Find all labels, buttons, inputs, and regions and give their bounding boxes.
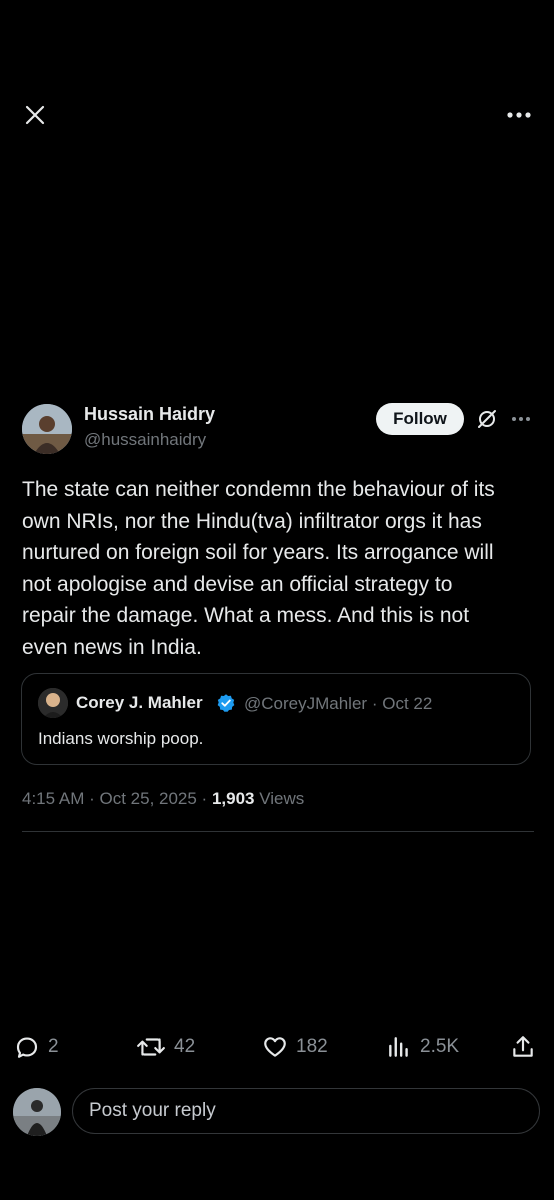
more-horizontal-icon — [512, 417, 530, 421]
meta-separator: · — [371, 694, 378, 713]
more-horizontal-icon — [507, 112, 531, 118]
repost-icon — [137, 1038, 165, 1056]
quoted-author-handle: @CoreyJMahler — [244, 694, 368, 713]
quoted-author-avatar — [38, 688, 68, 718]
repost-button[interactable]: 42 — [136, 1034, 195, 1060]
quoted-post-card[interactable]: Corey J. Mahler @CoreyJMahler · Oct 22 I… — [21, 673, 531, 765]
grok-icon — [478, 410, 496, 428]
grok-button[interactable] — [473, 405, 501, 433]
quoted-post-date: Oct 22 — [382, 694, 433, 713]
share-icon — [513, 1036, 533, 1057]
follow-button[interactable]: Follow — [376, 403, 464, 435]
post-date[interactable]: Oct 25, 2025 — [99, 789, 196, 808]
author-name[interactable]: Hussain Haidry — [84, 404, 215, 425]
post-timestamp-row: 4:15 AM · Oct 25, 2025 · 1,903 Views — [22, 789, 305, 808]
post-more-button[interactable] — [508, 405, 534, 433]
quoted-post-meta: @CoreyJMahler · Oct 22 — [244, 694, 432, 714]
post-text: The state can neither condemn the behavi… — [22, 478, 495, 659]
share-button[interactable] — [510, 1034, 536, 1060]
like-count: 182 — [296, 1036, 328, 1057]
post-time[interactable]: 4:15 AM — [22, 789, 84, 808]
repost-count: 42 — [174, 1036, 196, 1057]
like-button[interactable]: 182 — [262, 1034, 328, 1060]
quoted-author-name: Corey J. Mahler — [76, 693, 203, 712]
views-short-count: 2.5K — [420, 1036, 460, 1057]
author-handle[interactable]: @hussainhaidry — [84, 430, 206, 450]
views-bar-chart-icon — [389, 1037, 408, 1057]
close-button[interactable] — [18, 98, 52, 132]
close-icon — [25, 105, 45, 125]
current-user-avatar[interactable] — [13, 1088, 61, 1136]
more-options-button[interactable] — [502, 98, 536, 132]
heart-icon — [264, 1037, 286, 1057]
verified-badge-icon — [217, 694, 235, 712]
divider — [22, 831, 534, 832]
views-label: Views — [259, 789, 305, 808]
views-count[interactable]: 1,903 — [212, 789, 255, 808]
reply-button[interactable]: 2 — [14, 1034, 59, 1060]
views-button[interactable]: 2.5K — [386, 1034, 459, 1060]
author-avatar[interactable] — [22, 404, 72, 454]
reply-icon — [16, 1037, 38, 1058]
reply-count: 2 — [48, 1036, 59, 1057]
reply-input[interactable] — [72, 1088, 540, 1134]
quoted-post-text: Indians worship poop. — [38, 729, 204, 748]
